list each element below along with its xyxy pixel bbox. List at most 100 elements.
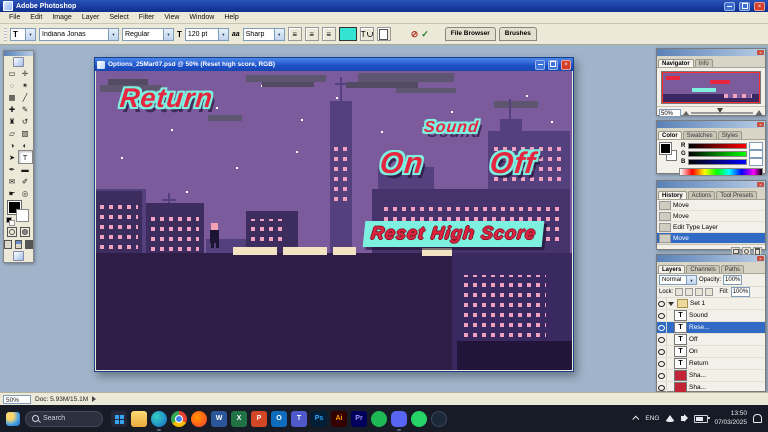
tab-navigator[interactable]: Navigator	[658, 59, 694, 67]
visibility-toggle[interactable]	[657, 346, 667, 357]
start-button[interactable]	[111, 410, 127, 427]
visibility-toggle[interactable]	[657, 310, 667, 321]
outlook-icon[interactable]: O	[271, 410, 287, 427]
red-slider[interactable]	[688, 143, 747, 149]
close-icon[interactable]: ×	[757, 122, 764, 127]
notification-icon[interactable]	[753, 414, 762, 423]
fullscreen-menubar-button[interactable]	[14, 239, 23, 249]
crop-tool[interactable]: ▦	[6, 91, 19, 103]
lock-pixels-button[interactable]	[685, 288, 694, 296]
type-tool[interactable]: T	[17, 150, 33, 164]
healing-brush-tool[interactable]: ✚	[6, 103, 19, 115]
gradient-tool[interactable]: ▨	[19, 127, 32, 139]
text-color-swatch[interactable]	[338, 27, 357, 41]
move-tool[interactable]: ✛	[19, 67, 32, 79]
taskbar-search[interactable]: Search	[25, 410, 103, 427]
tool-preset-picker[interactable]: T ▼	[10, 27, 36, 41]
firefox-icon[interactable]	[191, 410, 207, 427]
opacity-value[interactable]: 100%	[723, 275, 743, 285]
visibility-toggle[interactable]	[657, 370, 667, 381]
tab-styles[interactable]: Styles	[717, 131, 743, 139]
menu-layer[interactable]: Layer	[77, 14, 105, 21]
tab-color[interactable]: Color	[658, 131, 682, 139]
close-icon[interactable]: ×	[757, 182, 764, 187]
menu-image[interactable]: Image	[47, 14, 76, 21]
history-brush-tool[interactable]: ↺	[19, 115, 32, 127]
visibility-toggle[interactable]	[657, 322, 667, 333]
spotify-icon[interactable]	[371, 410, 387, 427]
magic-wand-tool[interactable]: ✶	[19, 79, 32, 91]
tab-actions[interactable]: Actions	[687, 191, 716, 199]
tray-overflow-icon[interactable]	[632, 415, 640, 423]
cancel-edits-button[interactable]: ⊘	[411, 29, 419, 40]
menu-window[interactable]: Window	[184, 14, 219, 21]
align-right-button[interactable]: ≡	[321, 27, 336, 41]
panel-titlebar[interactable]: ×	[657, 121, 765, 128]
align-left-button[interactable]: ≡	[287, 27, 302, 41]
navigator-view-box[interactable]	[662, 72, 760, 103]
volume-icon[interactable]	[681, 414, 689, 422]
tab-history[interactable]: History	[658, 191, 687, 199]
lock-all-button[interactable]	[705, 288, 714, 296]
new-document-from-state-button[interactable]	[731, 246, 740, 255]
red-value-field[interactable]	[749, 142, 763, 150]
history-state[interactable]: Move	[657, 200, 765, 211]
powerpoint-icon[interactable]: P	[251, 410, 267, 427]
green-slider[interactable]	[688, 151, 747, 157]
visibility-toggle[interactable]	[657, 298, 667, 309]
file-explorer-icon[interactable]	[131, 410, 147, 427]
illustrator-icon[interactable]: Ai	[331, 410, 347, 427]
slice-tool[interactable]: ╱	[19, 91, 32, 103]
panel-titlebar[interactable]: ×	[657, 181, 765, 188]
path-selection-tool[interactable]: ➤	[6, 151, 19, 163]
default-colors-icon[interactable]	[9, 220, 15, 226]
tab-swatches[interactable]: Swatches	[682, 131, 717, 139]
menu-view[interactable]: View	[159, 14, 184, 21]
panel-titlebar[interactable]: ×	[657, 49, 765, 56]
dodge-tool[interactable]: ◐	[19, 139, 32, 151]
layer-row[interactable]: T Sound	[657, 310, 765, 322]
zoom-field[interactable]: 50%	[3, 394, 31, 404]
edge-icon[interactable]	[151, 410, 167, 431]
navigator-zoom-field[interactable]: 50%	[659, 108, 681, 117]
visibility-toggle[interactable]	[657, 358, 667, 369]
lock-position-button[interactable]	[695, 288, 704, 296]
color-ramp[interactable]	[679, 168, 763, 176]
brushes-tab[interactable]: Brushes	[498, 27, 537, 41]
panel-titlebar[interactable]: ×	[657, 255, 765, 262]
options-grip[interactable]	[4, 27, 7, 41]
history-state[interactable]: Edit Type Layer	[657, 222, 765, 233]
font-style-select[interactable]: Regular ▼	[122, 27, 174, 41]
eraser-tool[interactable]: ▱	[6, 127, 19, 139]
hand-tool[interactable]: ☛	[6, 187, 19, 199]
layer-row[interactable]: T On	[657, 346, 765, 358]
chevron-down-icon[interactable]: ▼	[217, 28, 228, 40]
menu-edit[interactable]: Edit	[25, 14, 47, 21]
battery-icon[interactable]	[694, 414, 711, 423]
eyedropper-tool[interactable]: ✐	[19, 175, 32, 187]
standard-screen-button[interactable]	[4, 239, 12, 249]
font-family-select[interactable]: Indiana Jonas ▼	[39, 27, 119, 41]
chevron-down-icon[interactable]: ▼	[25, 28, 35, 40]
language-indicator[interactable]: ENG	[645, 415, 659, 422]
blue-value-field[interactable]	[749, 158, 763, 166]
foreground-color-swatch[interactable]	[659, 142, 672, 155]
adobe-online-button[interactable]	[4, 56, 33, 67]
app-titlebar[interactable]: Adobe Photoshop ×	[0, 0, 768, 12]
shape-tool[interactable]: ▬	[19, 163, 32, 175]
maximize-button[interactable]	[739, 1, 750, 11]
minimize-button[interactable]	[724, 1, 735, 11]
lock-transparency-button[interactable]	[675, 288, 684, 296]
pen-tool[interactable]: ✒	[6, 163, 19, 175]
layer-row[interactable]: T Off	[657, 334, 765, 346]
tab-tool-presets[interactable]: Tool Presets	[716, 191, 758, 199]
rectangular-marquee-tool[interactable]: ▭	[6, 67, 19, 79]
chevron-down-icon[interactable]: ▼	[686, 276, 696, 284]
anti-alias-select[interactable]: Sharp ▼	[242, 27, 285, 41]
word-icon[interactable]: W	[211, 410, 227, 427]
menu-help[interactable]: Help	[219, 14, 243, 21]
blend-mode-select[interactable]: Normal ▼	[659, 275, 697, 285]
tab-info[interactable]: Info	[694, 59, 713, 67]
zoom-in-icon[interactable]	[755, 109, 763, 116]
clock[interactable]: 13:50 07/03/2025	[714, 410, 747, 427]
